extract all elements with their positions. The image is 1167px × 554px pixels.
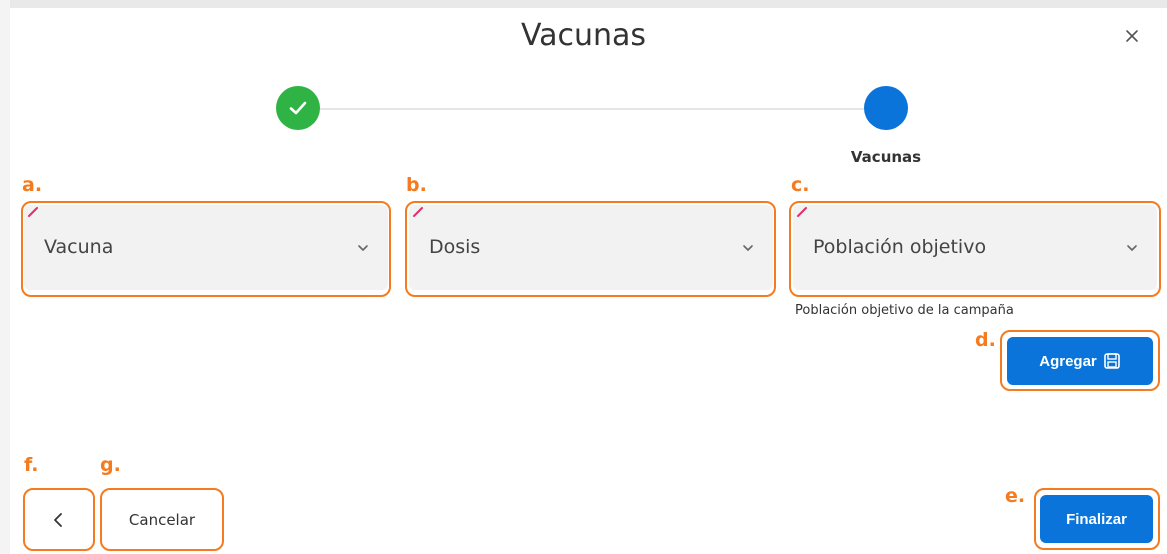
- step-completed: [276, 86, 320, 130]
- annotation-box-e: [1034, 488, 1160, 550]
- poblacion-objetivo-hint: Población objetivo de la campaña: [795, 303, 1014, 318]
- dialog-title: Vacunas: [520, 18, 647, 53]
- annotation-box-d: [1000, 330, 1160, 391]
- annotation-a: a.: [22, 174, 43, 196]
- close-button[interactable]: [1118, 22, 1146, 50]
- stepper-connector: [318, 108, 866, 110]
- annotation-e: e.: [1005, 485, 1026, 507]
- annotation-d: d.: [975, 329, 996, 351]
- annotation-c: c.: [791, 174, 810, 196]
- annotation-g: g.: [100, 454, 121, 476]
- annotation-box-c: [789, 201, 1161, 297]
- top-border: [0, 0, 1167, 8]
- left-border: [0, 0, 10, 554]
- annotation-box-f: [23, 488, 95, 551]
- annotation-box-b: [405, 201, 776, 297]
- annotation-b: b.: [406, 174, 427, 196]
- close-icon: [1126, 30, 1138, 42]
- step-label-vacunas: Vacunas: [850, 148, 922, 166]
- checkmark-icon: [289, 101, 307, 115]
- step-active: [864, 86, 908, 130]
- vacunas-dialog: Vacunas Vacunas a. b. c. d. e. f. g. Vac…: [0, 0, 1167, 554]
- annotation-box-a: [21, 201, 391, 297]
- annotation-f: f.: [24, 454, 39, 476]
- annotation-box-g: [100, 488, 224, 551]
